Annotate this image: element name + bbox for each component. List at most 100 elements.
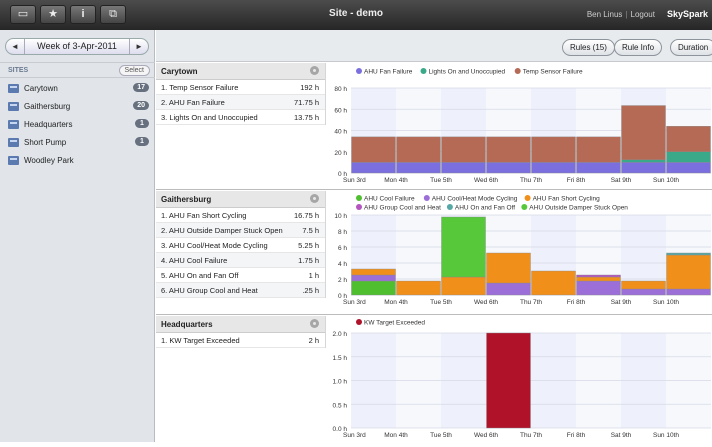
y-tick-label: 6 h	[338, 245, 347, 252]
duration-button[interactable]: Duration	[670, 39, 712, 56]
rule-name: 6. AHU Group Cool and Heat	[161, 286, 258, 295]
building-icon	[8, 156, 19, 165]
x-tick-label: Thu 7th	[520, 432, 542, 439]
table-row[interactable]: 1. Temp Sensor Failure 192 h	[156, 80, 325, 95]
rule-duration: 7.5 h	[302, 226, 319, 235]
divider	[156, 189, 712, 190]
chart-gaithersburg: 0 h2 h4 h6 h8 h 10 h Sun 3rd Mon 4th Tue 5th…	[327, 191, 712, 313]
headquarters-table: Headquarters 1. KW Target Exceeded 2 h	[156, 316, 326, 348]
y-tick-label: 80 h	[334, 86, 347, 93]
gaithersburg-chart-svg: 0 h2 h4 h6 h8 h10 hSun 3rd Mon 4th Tue 5th…	[334, 195, 711, 306]
x-tick-label: Tue 5th	[430, 299, 452, 306]
bar-segment	[666, 288, 711, 296]
legend-swatch	[521, 204, 528, 210]
legend-swatch	[524, 195, 531, 201]
sidebar: ◄ Week of 3-Apr-2011 ► SITES Select Cary…	[0, 30, 155, 442]
legend-label: AHU Fan Short Cycling	[533, 196, 601, 203]
rules-button[interactable]: Rules (15)	[562, 39, 615, 56]
table-row[interactable]: 5. AHU On and Fan Off 1 h	[156, 268, 325, 283]
legend-swatch	[514, 68, 521, 74]
building-icon	[8, 138, 19, 147]
x-tick-label: Sun 3rd	[343, 299, 366, 306]
legend-swatch	[356, 68, 362, 74]
building-icon	[8, 102, 19, 111]
y-tick-label: 40 h	[334, 129, 347, 136]
legend-label: AHU Cool/Heat Mode Cycling	[432, 196, 518, 203]
bar-segment	[666, 151, 711, 163]
sidebar-item-headquarters[interactable]: Headquarters 1	[0, 116, 155, 134]
bar-segment	[351, 136, 396, 163]
bar-segment	[441, 216, 486, 278]
rule-duration: 13.75 h	[293, 113, 319, 122]
table-row[interactable]: 4. AHU Cool Failure 1.75 h	[156, 253, 325, 268]
headquarters-chart-svg: 0.0 h0.5 h1.0 h1.5 h2.0 hSun 3rd Mon 4th T…	[333, 319, 711, 439]
x-tick-label: Fri 8th	[567, 432, 586, 439]
table-row[interactable]: 3. AHU Cool/Heat Mode Cycling 5.25 h	[156, 238, 325, 253]
brand-logo: SkySpark	[666, 9, 708, 19]
table-row[interactable]: 1. KW Target Exceeded 2 h	[156, 333, 325, 348]
logout-link[interactable]: Logout	[631, 10, 655, 19]
rule-info-button[interactable]: Rule Info	[614, 39, 663, 56]
chart-headquarters: 0.0 h 0.5 h 1.0 h 1.5 h 2.0 h Sun 3rd Mon 4th T…	[327, 316, 712, 442]
x-tick-label: Tue 5th	[430, 432, 452, 439]
legend-label: Temp Sensor Failure	[523, 69, 583, 76]
bar-segment	[666, 126, 711, 152]
bar-segment	[621, 105, 666, 160]
bar-segment	[486, 282, 531, 296]
gear-icon[interactable]	[310, 194, 319, 203]
count-badge: 17	[133, 83, 149, 92]
legend-label: AHU Group Cool and Heat	[364, 205, 441, 212]
x-tick-label: Wed 6th	[474, 299, 498, 306]
x-tick-label: Sun 10th	[653, 432, 679, 439]
rule-duration: 1 h	[308, 271, 319, 280]
rule-duration: 1.75 h	[298, 256, 319, 265]
count-badge: 20	[133, 101, 149, 110]
count-badge: 1	[135, 119, 149, 128]
bar-segment	[486, 332, 531, 429]
table-row[interactable]: 1. AHU Fan Short Cycling 16.75 h	[156, 208, 325, 223]
y-tick-label: 60 h	[334, 107, 347, 114]
sidebar-item-woodley-park[interactable]: Woodley Park	[0, 152, 155, 170]
legend-label: AHU Fan Failure	[364, 69, 413, 76]
panel-title: Headquarters	[156, 316, 325, 333]
title-bar: ▭ ★ i ⧉ Site - demo Ben Linus | Logout SkyS…	[0, 0, 712, 30]
next-week-button[interactable]: ►	[130, 39, 148, 54]
y-tick-label: 2 h	[338, 277, 347, 284]
bar-segment	[576, 280, 621, 296]
x-tick-label: Tue 5th	[430, 177, 452, 184]
bar-segment	[396, 136, 441, 163]
legend-label: AHU Outside Damper Stuck Open	[529, 205, 628, 212]
legend-swatch	[356, 319, 362, 325]
table-row[interactable]: 2. AHU Outside Damper Stuck Open 7.5 h	[156, 223, 325, 238]
prev-week-button[interactable]: ◄	[6, 39, 24, 54]
panel-title-text: Carytown	[161, 67, 198, 76]
x-tick-label: Sun 3rd	[343, 432, 366, 439]
x-tick-label: Mon 4th	[384, 299, 408, 306]
gear-icon[interactable]	[310, 319, 319, 328]
select-button[interactable]: Select	[118, 65, 150, 76]
gaithersburg-table: Gaithersburg 1. AHU Fan Short Cycling 16.…	[156, 191, 326, 298]
sidebar-item-short-pump[interactable]: Short Pump 1	[0, 134, 155, 152]
y-tick-label: 20 h	[334, 150, 347, 157]
sidebar-item-gaithersburg[interactable]: Gaithersburg 20	[0, 98, 155, 116]
x-tick-label: Fri 8th	[567, 299, 586, 306]
bar-segment	[666, 252, 711, 256]
sidebar-item-carytown[interactable]: Carytown 17	[0, 80, 155, 98]
legend-label: Lights On and Unoccupied	[429, 69, 506, 76]
x-tick-label: Sat 9th	[611, 299, 632, 306]
panel-title: Gaithersburg	[156, 191, 325, 208]
top-toolbar: Rules (15) Rule Info Duration	[156, 30, 712, 62]
x-tick-label: Fri 8th	[567, 177, 586, 184]
table-row[interactable]: 2. AHU Fan Failure 71.75 h	[156, 95, 325, 110]
bar-segment	[486, 136, 531, 163]
table-row[interactable]: 3. Lights On and Unoccupied 13.75 h	[156, 110, 325, 125]
x-tick-label: Thu 7th	[520, 299, 542, 306]
table-row[interactable]: 6. AHU Group Cool and Heat .25 h	[156, 283, 325, 298]
gear-icon[interactable]	[310, 66, 319, 75]
rule-name: 1. Temp Sensor Failure	[161, 83, 239, 92]
y-tick-label: 1.0 h	[333, 379, 348, 386]
rule-name: 3. AHU Cool/Heat Mode Cycling	[161, 241, 268, 250]
legend-label: KW Target Exceeded	[364, 320, 425, 327]
week-label[interactable]: Week of 3-Apr-2011	[24, 39, 130, 54]
x-tick-label: Sat 9th	[611, 177, 632, 184]
